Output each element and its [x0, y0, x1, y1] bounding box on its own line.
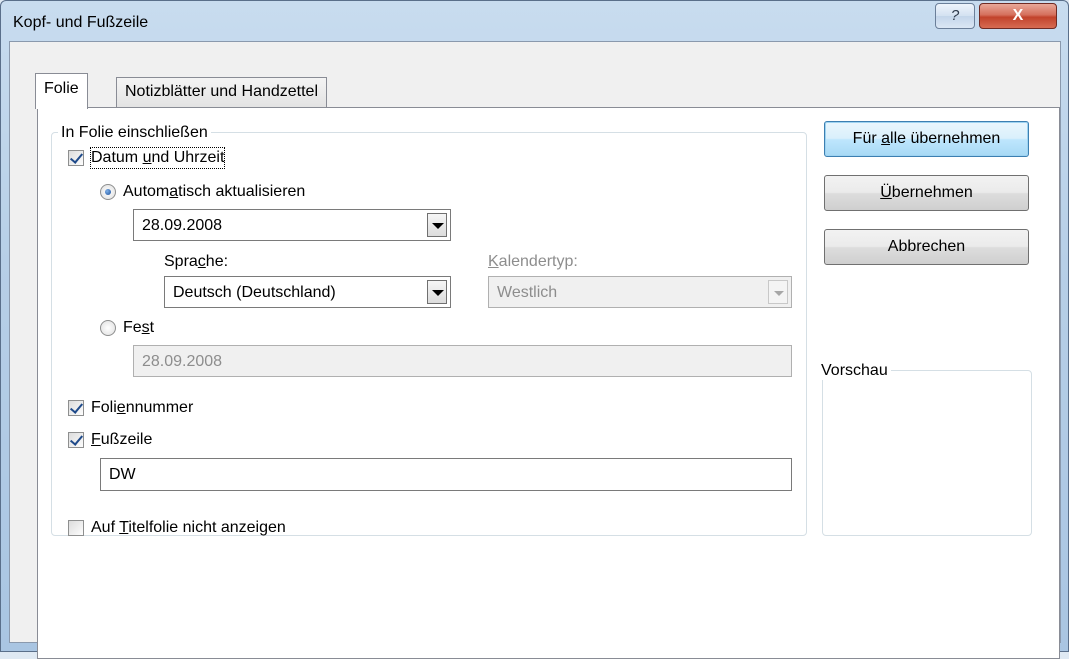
fixed-date-input[interactable]: 28.09.2008 — [133, 345, 792, 377]
apply-all-button[interactable]: Für alle übernehmen — [824, 121, 1029, 157]
footer-checkbox[interactable] — [68, 432, 84, 448]
tab-notes-handouts[interactable]: Notizblätter und Handzettel — [116, 77, 327, 107]
title-bar[interactable]: Kopf- und Fußzeile ? X — [1, 1, 1068, 41]
datetime-checkbox[interactable] — [68, 150, 84, 166]
datetime-label[interactable]: Datum und Uhrzeit — [89, 147, 226, 169]
date-format-value: 28.09.2008 — [142, 217, 223, 234]
fixed-date-label[interactable]: Fest — [123, 318, 154, 338]
chevron-down-icon[interactable] — [427, 280, 447, 304]
tab-panel-folie: In Folie einschließen Datum und Uhrzeit … — [37, 107, 1060, 659]
cancel-button[interactable]: Abbrechen — [824, 229, 1029, 265]
window-title: Kopf- und Fußzeile — [13, 14, 149, 31]
hide-on-title-slide-checkbox[interactable] — [68, 520, 84, 536]
slide-number-label[interactable]: Foliennummer — [91, 398, 193, 418]
auto-update-radio[interactable] — [100, 184, 116, 200]
include-group-legend: In Folie einschließen — [58, 124, 211, 142]
calendar-type-label: Kalendertyp: — [488, 253, 578, 270]
fixed-date-radio[interactable] — [100, 320, 116, 336]
calendar-type-select[interactable]: Westlich — [488, 276, 792, 308]
preview-group — [822, 370, 1032, 536]
footer-value: DW — [109, 466, 136, 483]
chevron-down-icon[interactable] — [768, 280, 788, 304]
language-select[interactable]: Deutsch (Deutschland) — [164, 276, 451, 308]
help-button[interactable]: ? — [935, 3, 975, 29]
chevron-down-icon[interactable] — [427, 213, 447, 237]
slide-number-checkbox[interactable] — [68, 400, 84, 416]
footer-input[interactable]: DW — [100, 458, 792, 491]
help-icon: ? — [950, 7, 960, 24]
preview-group-legend: Vorschau — [818, 362, 891, 380]
fixed-date-value: 28.09.2008 — [142, 353, 223, 370]
date-format-select[interactable]: 28.09.2008 — [133, 209, 451, 241]
tab-label: Notizblätter und Handzettel — [125, 83, 318, 100]
auto-update-label[interactable]: Automatisch aktualisieren — [123, 182, 305, 202]
hide-on-title-slide-label[interactable]: Auf Titelfolie nicht anzeigen — [91, 518, 286, 538]
tab-folie[interactable]: Folie — [35, 73, 88, 109]
calendar-type-value: Westlich — [497, 284, 558, 301]
close-button[interactable]: X — [979, 3, 1057, 29]
tab-label: Folie — [44, 80, 79, 97]
dialog-window: Kopf- und Fußzeile ? X Folie Notizblätte… — [0, 0, 1069, 659]
language-value: Deutsch (Deutschland) — [173, 284, 336, 301]
close-icon: X — [1012, 7, 1024, 24]
apply-button[interactable]: Übernehmen — [824, 175, 1029, 211]
footer-label[interactable]: Fußzeile — [91, 430, 152, 450]
language-label: Sprache: — [164, 253, 229, 270]
dialog-client-area: Folie Notizblätter und Handzettel In Fol… — [9, 41, 1061, 659]
